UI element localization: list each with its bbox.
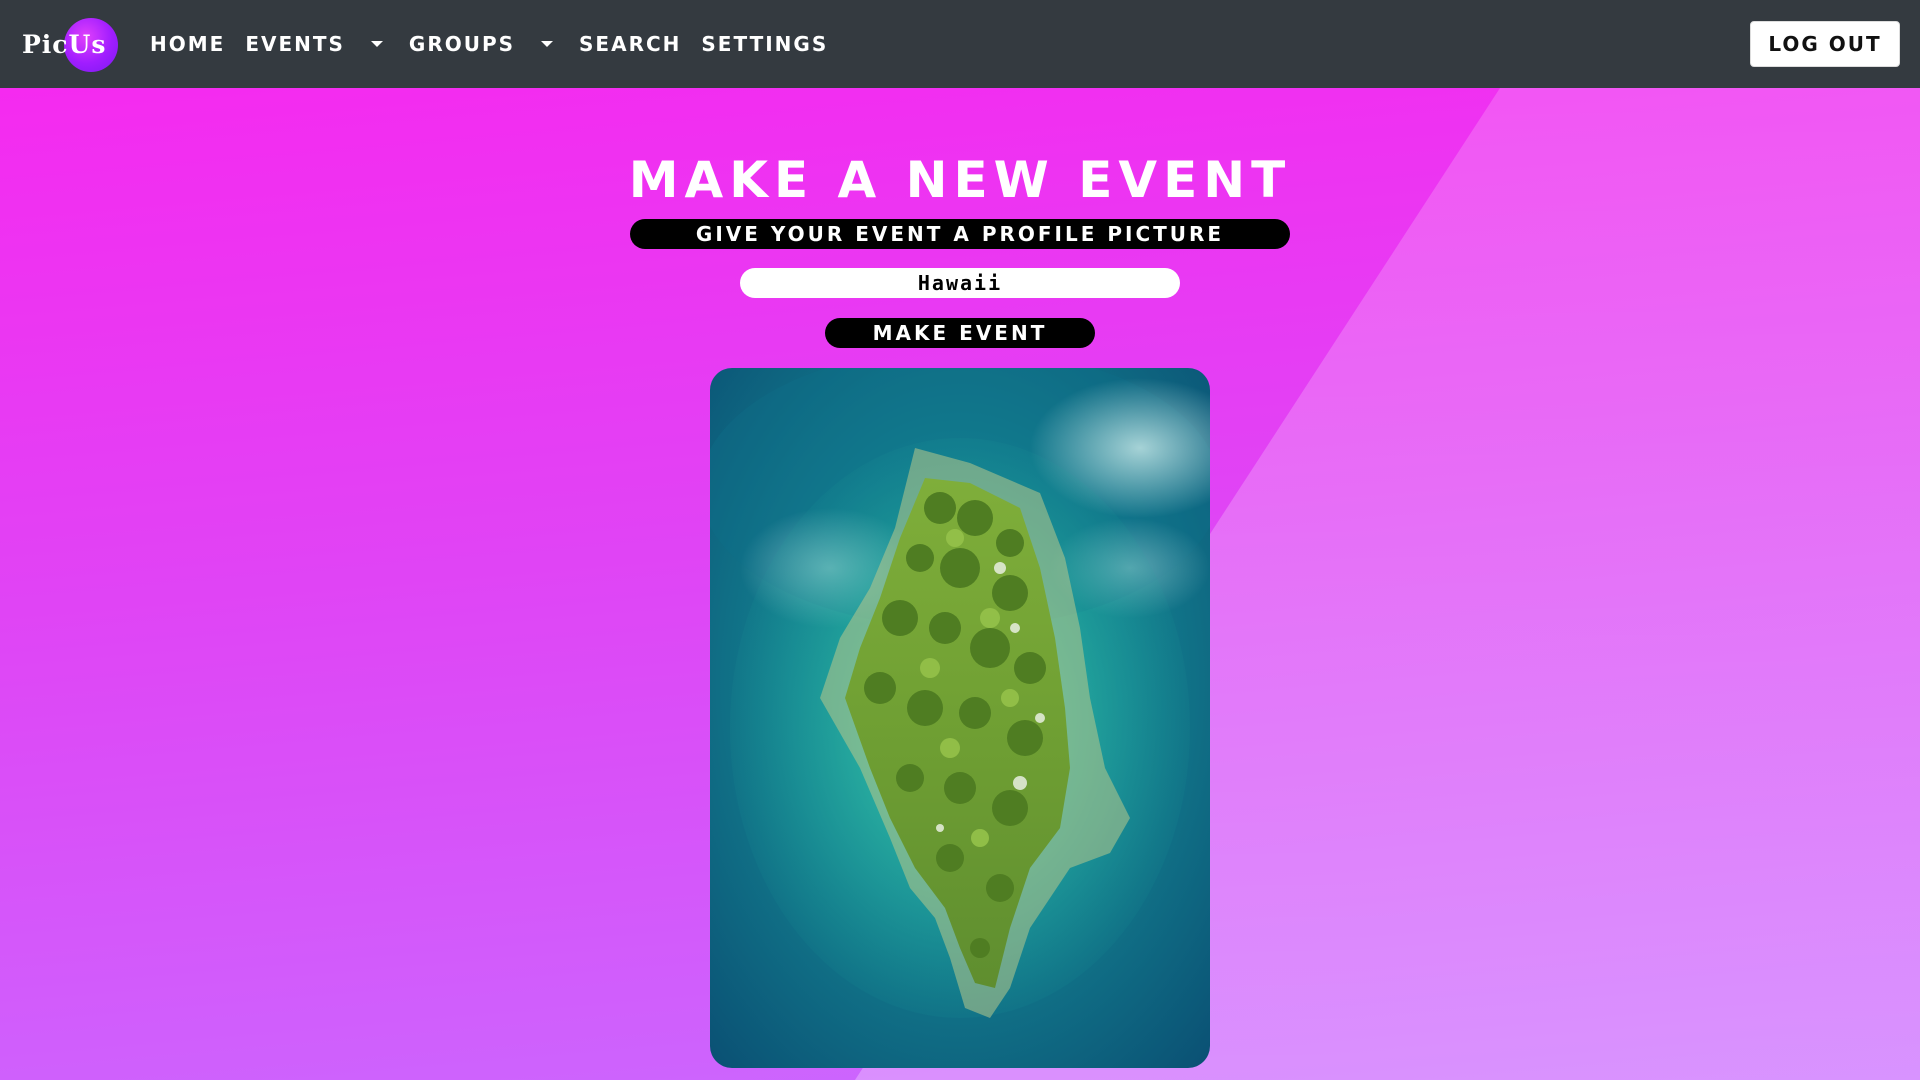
nav-home-label: Home — [150, 32, 226, 56]
chevron-down-icon — [541, 41, 554, 47]
event-name-input[interactable] — [740, 268, 1180, 298]
event-profile-picture — [710, 368, 1210, 1068]
nav-events-dropdown[interactable]: Events — [245, 32, 389, 56]
island-photo-image — [710, 368, 1210, 1068]
nav-links: Home Events Groups Search Settings — [150, 0, 848, 88]
nav-search-link[interactable]: Search — [579, 32, 681, 56]
brand-logo[interactable]: PicUs — [22, 18, 118, 72]
nav-settings-label: Settings — [701, 32, 829, 56]
make-event-button[interactable]: Make Event — [825, 318, 1095, 348]
nav-home-link[interactable]: Home — [150, 32, 225, 56]
main-content: Make a New Event Give Your Event a Profi… — [0, 88, 1920, 1080]
nav-search-label: Search — [579, 32, 682, 56]
chevron-down-icon — [370, 41, 383, 47]
nav-events-label: Events — [245, 32, 345, 56]
brand-text: PicUs — [22, 30, 107, 59]
nav-groups-dropdown[interactable]: Groups — [409, 32, 559, 56]
nav-settings-link[interactable]: Settings — [701, 32, 828, 56]
page-title: Make a New Event — [628, 151, 1292, 209]
nav-groups-label: Groups — [408, 32, 516, 56]
profile-picture-button[interactable]: Give Your Event a Profile Picture — [630, 219, 1290, 249]
navbar: PicUs Home Events Groups Search Settings… — [0, 0, 1920, 88]
logout-button[interactable]: Log Out — [1750, 21, 1900, 67]
